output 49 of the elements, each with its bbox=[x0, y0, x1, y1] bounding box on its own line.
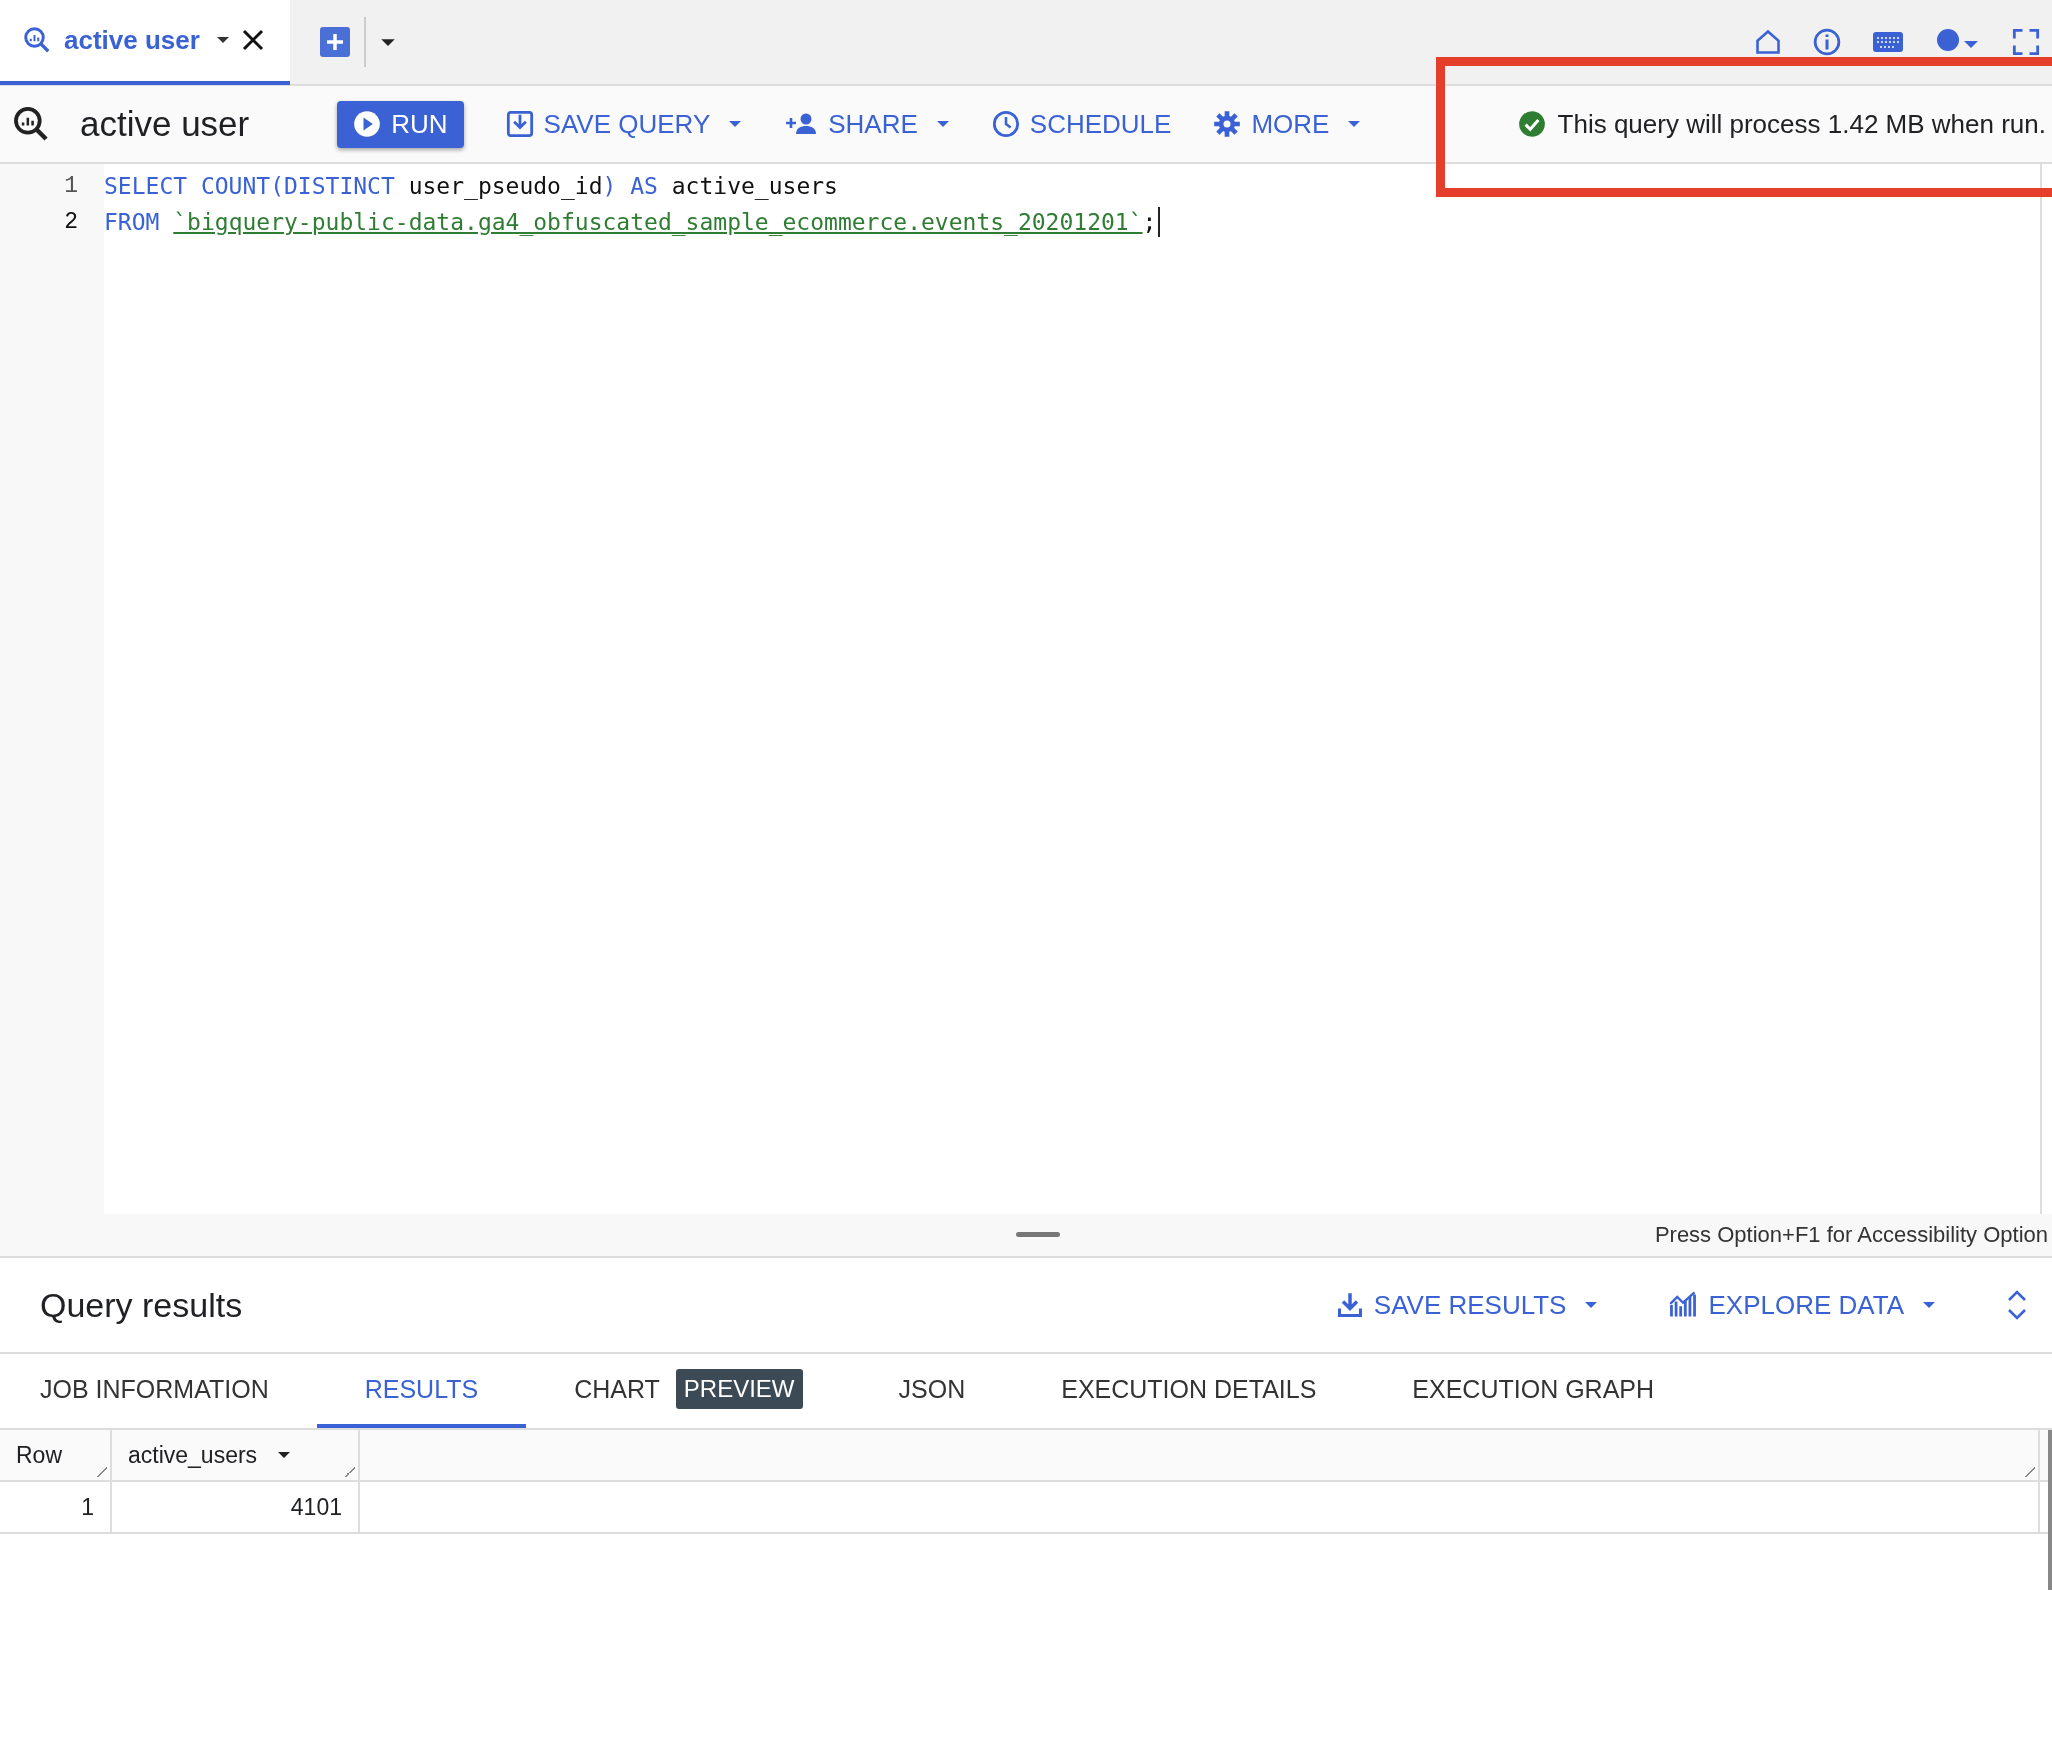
home-icon[interactable] bbox=[1754, 28, 1782, 56]
accessibility-hint: Press Option+F1 for Accessibility Option bbox=[1654, 1222, 2048, 1248]
add-tab-icon[interactable] bbox=[320, 27, 350, 57]
results-tab[interactable]: JSON bbox=[850, 1354, 1014, 1428]
toolbar-button[interactable]: RUN bbox=[337, 100, 464, 148]
toolbar-button[interactable]: MORE bbox=[1213, 108, 1362, 140]
column-header[interactable]: Row bbox=[0, 1430, 112, 1480]
results-tab[interactable]: EXECUTION GRAPH bbox=[1364, 1354, 1703, 1428]
expand-icon[interactable] bbox=[2006, 1288, 2028, 1322]
line-number: 2 bbox=[63, 208, 79, 237]
keyboard-icon[interactable] bbox=[1872, 30, 1904, 54]
table-cell: 1 bbox=[0, 1482, 112, 1532]
query-title: active user bbox=[80, 104, 250, 144]
results-action-button[interactable]: SAVE RESULTS bbox=[1335, 1289, 1599, 1321]
toolbar-button[interactable]: SCHEDULE bbox=[991, 108, 1172, 140]
status-message: This query will process 1.42 MB when run. bbox=[1557, 108, 2046, 140]
preview-badge: PREVIEW bbox=[675, 1369, 803, 1409]
line-number: 1 bbox=[63, 172, 79, 201]
fullscreen-icon[interactable] bbox=[2012, 28, 2040, 56]
resize-handle[interactable] bbox=[1016, 1232, 1060, 1237]
toolbar-button[interactable]: SAVE QUERY bbox=[505, 108, 743, 140]
column-header[interactable]: active_users bbox=[112, 1430, 360, 1480]
query-icon bbox=[12, 105, 50, 143]
results-tab[interactable]: JOB INFORMATION bbox=[0, 1354, 317, 1428]
toolbar-button[interactable]: SHARE bbox=[784, 108, 950, 140]
query-tab[interactable]: active user bbox=[0, 0, 290, 85]
chart-icon bbox=[1668, 1291, 1699, 1319]
caret-icon bbox=[1584, 1301, 1599, 1309]
gear-icon bbox=[1213, 110, 1242, 138]
download-icon bbox=[1335, 1291, 1364, 1319]
caret-icon[interactable] bbox=[215, 36, 230, 44]
results-action-button[interactable]: EXPLORE DATA bbox=[1668, 1289, 1936, 1321]
play-icon bbox=[353, 110, 382, 138]
code-line: FROM `bigquery-public-data.ga4_obfuscated_sample_ecommerce.events_20201201`; bbox=[104, 204, 2040, 240]
table-cell: 4101 bbox=[112, 1482, 360, 1532]
caret-icon bbox=[1922, 1301, 1936, 1309]
close-icon[interactable] bbox=[241, 29, 264, 51]
add-person-icon bbox=[784, 111, 819, 137]
check-circle-icon bbox=[1517, 110, 1546, 138]
caret-icon bbox=[277, 1451, 292, 1459]
save-icon bbox=[505, 110, 534, 138]
clock-icon bbox=[991, 110, 1020, 138]
results-tab[interactable]: CHART PREVIEW bbox=[526, 1354, 851, 1428]
results-title: Query results bbox=[40, 1285, 243, 1325]
caret-icon[interactable] bbox=[380, 37, 396, 47]
info-icon[interactable] bbox=[1812, 27, 1842, 57]
query-icon bbox=[22, 25, 52, 55]
results-tab[interactable]: EXECUTION DETAILS bbox=[1013, 1354, 1365, 1428]
code-line: SELECT COUNT(DISTINCT user_pseudo_id) AS active_users bbox=[104, 172, 839, 202]
